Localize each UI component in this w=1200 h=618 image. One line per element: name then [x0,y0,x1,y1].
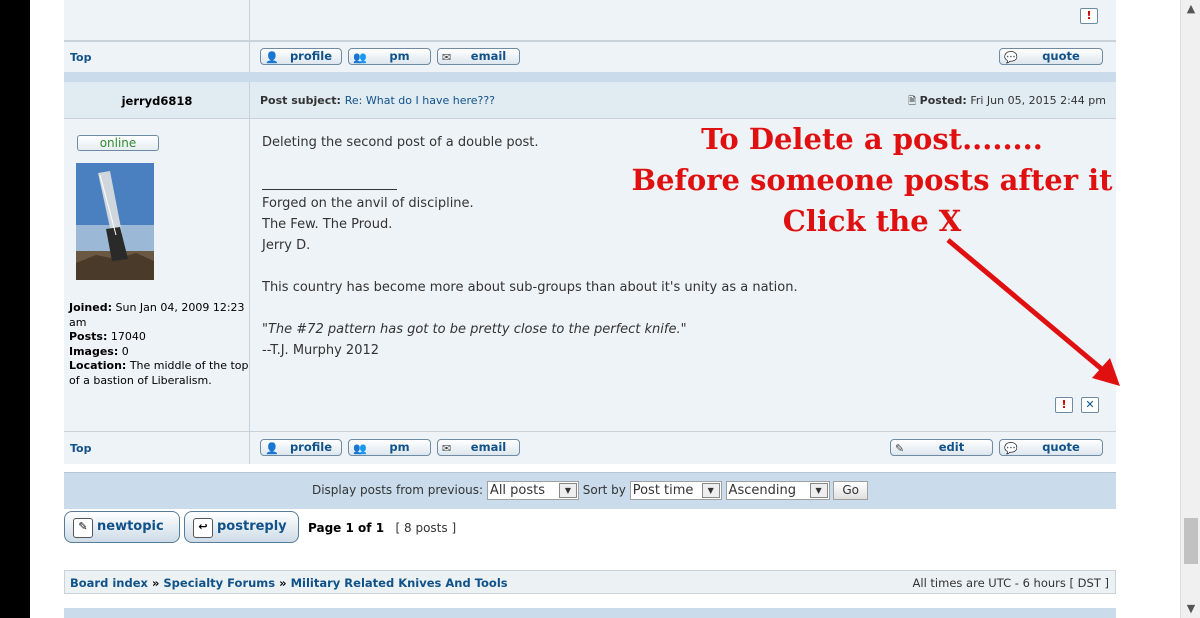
chevron-down-icon: ▼ [701,483,720,498]
post-footer: Top 👤 profile 👥 pm ✉ email ✎ edit 💬 quot… [64,432,1116,464]
breadcrumb-bar: Board index » Specialty Forums » Militar… [64,570,1116,594]
scroll-up-icon[interactable]: ▲ [1181,0,1200,18]
chevron-down-icon: ▼ [809,483,828,498]
users-icon: 👥 [353,51,367,64]
scroll-down-icon[interactable]: ▼ [1181,600,1200,618]
post-icon: 🗎 [908,96,917,107]
email-button[interactable]: ✉ email [437,439,520,456]
sort-order-select[interactable]: Ascending ▼ [725,481,830,500]
report-button-previous[interactable]: ! [1080,8,1098,24]
breadcrumb-military-knives[interactable]: Military Related Knives And Tools [291,576,508,590]
report-button[interactable]: ! [1055,397,1073,413]
reply-icon: ↩ [193,518,213,538]
profile-button[interactable]: 👤 profile [260,439,342,456]
previous-post-footer: Top 👤 profile 👥 pm ✉ email 💬 quote [64,42,1116,72]
post: online Joined: Sun Jan 04, 2009 12:23 am [64,119,1120,431]
previous-post-tail: ! [64,0,1116,40]
top-link[interactable]: Top [70,51,91,64]
display-posts-label: Display posts from previous: [311,483,484,497]
annotation-text: To Delete a post........ Before someone … [631,122,1113,238]
profile-button[interactable]: 👤 profile [260,48,342,65]
users-icon: 👥 [353,442,367,455]
profile-details: Joined: Sun Jan 04, 2009 12:23 am Posts:… [69,301,249,387]
quote-button[interactable]: 💬 quote [999,48,1103,65]
sort-key-select[interactable]: Post time ▼ [629,481,722,500]
footer-bar [64,608,1116,618]
pm-button[interactable]: 👥 pm [348,48,431,65]
timezone-info: All times are UTC - 6 hours [ DST ] [912,576,1109,590]
post-count: [ 8 posts ] [395,521,457,535]
new-topic-icon: ✎ [73,518,93,538]
breadcrumb-board-index[interactable]: Board index [70,576,148,590]
top-link[interactable]: Top [70,442,91,455]
days-select[interactable]: All posts ▼ [486,481,579,500]
breadcrumb: Board index » Specialty Forums » Militar… [70,576,508,590]
user-icon: 👤 [265,51,279,64]
display-options-bar: Display posts from previous: All posts ▼… [64,472,1116,509]
delete-post-button[interactable]: ✕ [1081,397,1099,413]
post-date: 🗎 Posted: Fri Jun 05, 2015 2:44 pm [908,94,1106,107]
pencil-icon: ✎ [895,442,905,455]
scrollbar-thumb[interactable] [1184,518,1198,564]
post-profile: online Joined: Sun Jan 04, 2009 12:23 am [64,119,250,431]
quote-button[interactable]: 💬 quote [999,439,1103,456]
quote-icon: 💬 [1004,51,1018,64]
post-author[interactable]: jerryd6818 [64,94,250,108]
envelope-icon: ✉ [442,51,452,64]
chevron-down-icon: ▼ [558,483,577,498]
user-icon: 👤 [265,442,279,455]
pagination: Page 1 of 1 [ 8 posts ] [308,521,457,535]
vertical-scrollbar[interactable]: ▲ ▼ [1180,0,1200,618]
post-subject-link[interactable]: Re: What do I have here??? [345,94,495,107]
sort-by-label: Sort by [582,483,626,497]
envelope-icon: ✉ [442,442,452,455]
quote-icon: 💬 [1004,442,1018,455]
avatar[interactable] [76,163,154,280]
online-badge: online [77,135,159,151]
email-button[interactable]: ✉ email [437,48,520,65]
forum-page: ! Top 👤 profile 👥 pm ✉ email 💬 quote jer… [30,0,1180,618]
post-reply-button[interactable]: ↩ postreply [184,511,299,543]
post-subject: Post subject: Re: What do I have here??? [260,94,496,107]
knife-avatar-image [76,163,154,280]
signature-divider [262,189,397,190]
new-topic-button[interactable]: ✎ newtopic [64,511,180,543]
edit-button[interactable]: ✎ edit [890,439,993,456]
breadcrumb-specialty-forums[interactable]: Specialty Forums [163,576,275,590]
post-header: jerryd6818 Post subject: Re: What do I h… [64,82,1116,118]
go-button[interactable]: Go [833,481,869,500]
annotation-arrow-icon [946,238,1120,386]
pm-button[interactable]: 👥 pm [348,439,431,456]
